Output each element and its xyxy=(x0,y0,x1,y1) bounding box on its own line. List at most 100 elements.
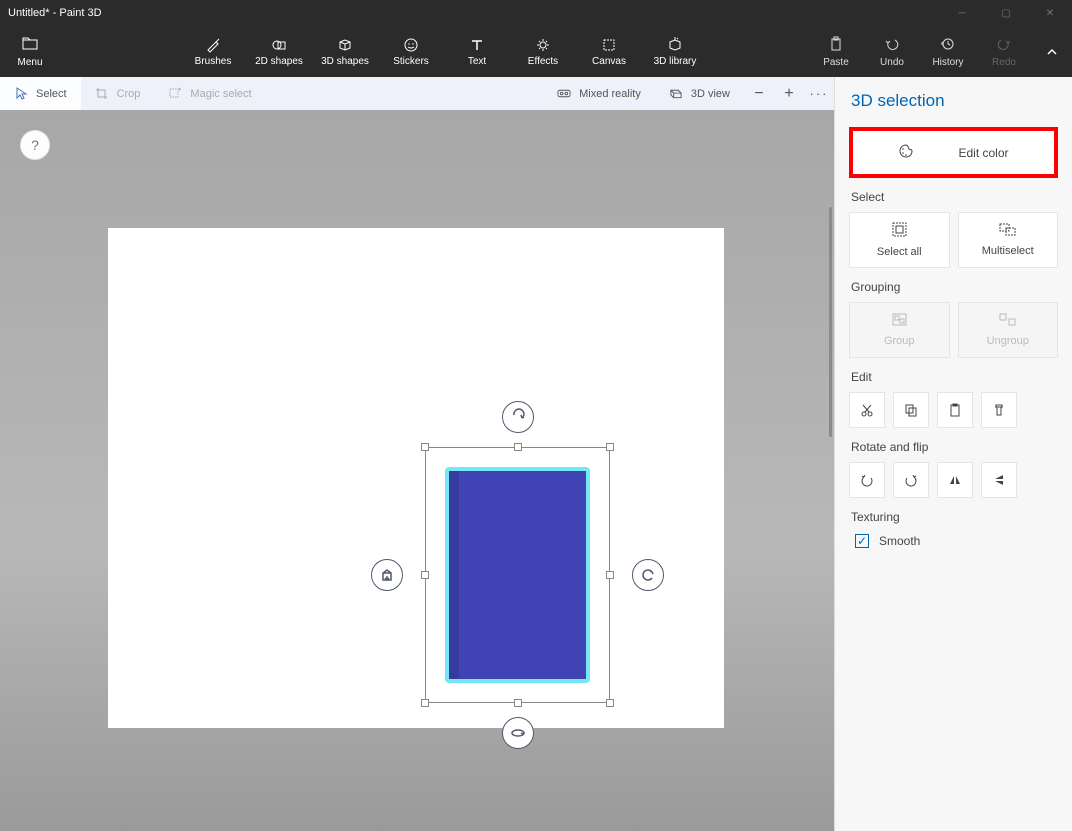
undo-label: Undo xyxy=(880,57,904,68)
text-icon xyxy=(469,36,485,54)
depth-handle[interactable] xyxy=(371,559,403,591)
selection-border xyxy=(425,447,610,703)
magic-select-tool[interactable]: Magic select xyxy=(154,77,265,110)
sub-center: Mixed reality 3D view − + ··· xyxy=(543,85,834,103)
handle-bot-right[interactable] xyxy=(606,699,614,707)
zoom-in-button[interactable]: + xyxy=(774,85,804,103)
redo-label: Redo xyxy=(992,57,1016,68)
mixed-reality-button[interactable]: Mixed reality xyxy=(543,87,655,101)
group-button[interactable]: Group xyxy=(849,302,950,358)
copy-button[interactable] xyxy=(893,392,929,428)
tab-text[interactable]: Text xyxy=(444,26,510,77)
shapes3d-icon xyxy=(337,36,353,54)
crop-tool[interactable]: Crop xyxy=(81,77,155,110)
stickers-icon xyxy=(403,36,419,54)
magic-select-label: Magic select xyxy=(190,88,251,100)
multiselect-button[interactable]: Multiselect xyxy=(958,212,1059,268)
tab-brushes[interactable]: Brushes xyxy=(180,26,246,77)
tab-canvas-label: Canvas xyxy=(592,56,626,67)
brush-icon xyxy=(205,36,221,54)
zoom-out-button[interactable]: − xyxy=(744,85,774,103)
menu-button[interactable]: Menu xyxy=(0,26,60,77)
select-section-label: Select xyxy=(851,190,1058,204)
view3d-label: 3D view xyxy=(691,88,730,100)
maximize-button[interactable]: ▢ xyxy=(984,0,1028,26)
handle-top-left[interactable] xyxy=(421,443,429,451)
tab-canvas[interactable]: Canvas xyxy=(576,26,642,77)
rotate-x-handle[interactable] xyxy=(502,717,534,749)
delete-button[interactable] xyxy=(981,392,1017,428)
side-panel: 3D selection Edit color Select Select al… xyxy=(834,77,1072,831)
mixed-reality-icon xyxy=(557,87,571,101)
rotate-section-label: Rotate and flip xyxy=(851,440,1058,454)
tab-effects[interactable]: Effects xyxy=(510,26,576,77)
crop-label: Crop xyxy=(117,88,141,100)
select-all-label: Select all xyxy=(877,246,922,258)
canvas[interactable] xyxy=(108,228,724,728)
multiselect-icon xyxy=(999,223,1016,239)
undo-icon xyxy=(884,36,900,55)
selection-box[interactable] xyxy=(425,447,610,703)
tool-tabs: Brushes 2D shapes 3D shapes Stickers Tex… xyxy=(180,26,708,77)
close-button[interactable]: ✕ xyxy=(1028,0,1072,26)
group-icon xyxy=(892,313,907,329)
smooth-checkbox-row[interactable]: ✓ Smooth xyxy=(849,532,1058,548)
cursor-icon xyxy=(14,87,28,101)
select-all-button[interactable]: Select all xyxy=(849,212,950,268)
edit-color-label: Edit color xyxy=(958,146,1008,160)
right-tools: Paste Undo History Redo xyxy=(808,26,1072,77)
expand-toolbar-button[interactable] xyxy=(1032,26,1072,77)
rotate-cw-icon xyxy=(904,473,918,487)
redo-button[interactable]: Redo xyxy=(976,26,1032,77)
paste-label: Paste xyxy=(823,57,849,68)
more-button[interactable]: ··· xyxy=(804,86,834,101)
rotate-ccw-icon xyxy=(860,473,874,487)
handle-top-right[interactable] xyxy=(606,443,614,451)
handle-mid-left[interactable] xyxy=(421,571,429,579)
multiselect-label: Multiselect xyxy=(982,245,1034,257)
rotate-cw-button[interactable] xyxy=(893,462,929,498)
history-button[interactable]: History xyxy=(920,26,976,77)
help-glyph: ? xyxy=(31,137,39,153)
edit-color-button[interactable]: Edit color xyxy=(849,127,1058,178)
title-bar: Untitled* - Paint 3D ─ ▢ ✕ xyxy=(0,0,1072,26)
tab-2d-shapes[interactable]: 2D shapes xyxy=(246,26,312,77)
folder-icon xyxy=(22,36,38,55)
rotate-z-handle[interactable] xyxy=(502,401,534,433)
top-toolbar: Menu Brushes 2D shapes 3D shapes Sticker… xyxy=(0,26,1072,77)
tab-3d-shapes[interactable]: 3D shapes xyxy=(312,26,378,77)
shapes2d-icon xyxy=(271,36,287,54)
flip-horizontal-button[interactable] xyxy=(937,462,973,498)
tab-stickers[interactable]: Stickers xyxy=(378,26,444,77)
paste-button[interactable]: Paste xyxy=(808,26,864,77)
menu-label: Menu xyxy=(17,57,42,68)
handle-bot-mid[interactable] xyxy=(514,699,522,707)
handle-top-mid[interactable] xyxy=(514,443,522,451)
handle-bot-left[interactable] xyxy=(421,699,429,707)
palette-icon xyxy=(898,143,914,162)
minimize-button[interactable]: ─ xyxy=(940,0,984,26)
group-label: Group xyxy=(884,335,915,347)
copy-icon xyxy=(904,403,918,417)
3d-view-button[interactable]: 3D view xyxy=(655,87,744,101)
help-button[interactable]: ? xyxy=(20,130,50,160)
handle-mid-right[interactable] xyxy=(606,571,614,579)
rotate-y-handle[interactable] xyxy=(632,559,664,591)
tab-3d-library[interactable]: 3D library xyxy=(642,26,708,77)
checkbox-checked-icon: ✓ xyxy=(855,534,869,548)
paste-button-panel[interactable] xyxy=(937,392,973,428)
scissors-icon xyxy=(860,403,874,417)
viewport[interactable]: ? xyxy=(0,110,834,831)
flip-vertical-button[interactable] xyxy=(981,462,1017,498)
view3d-icon xyxy=(669,87,683,101)
select-tool[interactable]: Select xyxy=(0,77,81,110)
select-all-icon xyxy=(892,222,907,240)
library-icon xyxy=(667,36,683,54)
scrollbar-thumb[interactable] xyxy=(829,207,832,437)
undo-button[interactable]: Undo xyxy=(864,26,920,77)
texturing-section-label: Texturing xyxy=(851,510,1058,524)
tab-text-label: Text xyxy=(468,56,486,67)
cut-button[interactable] xyxy=(849,392,885,428)
ungroup-button[interactable]: Ungroup xyxy=(958,302,1059,358)
rotate-ccw-button[interactable] xyxy=(849,462,885,498)
